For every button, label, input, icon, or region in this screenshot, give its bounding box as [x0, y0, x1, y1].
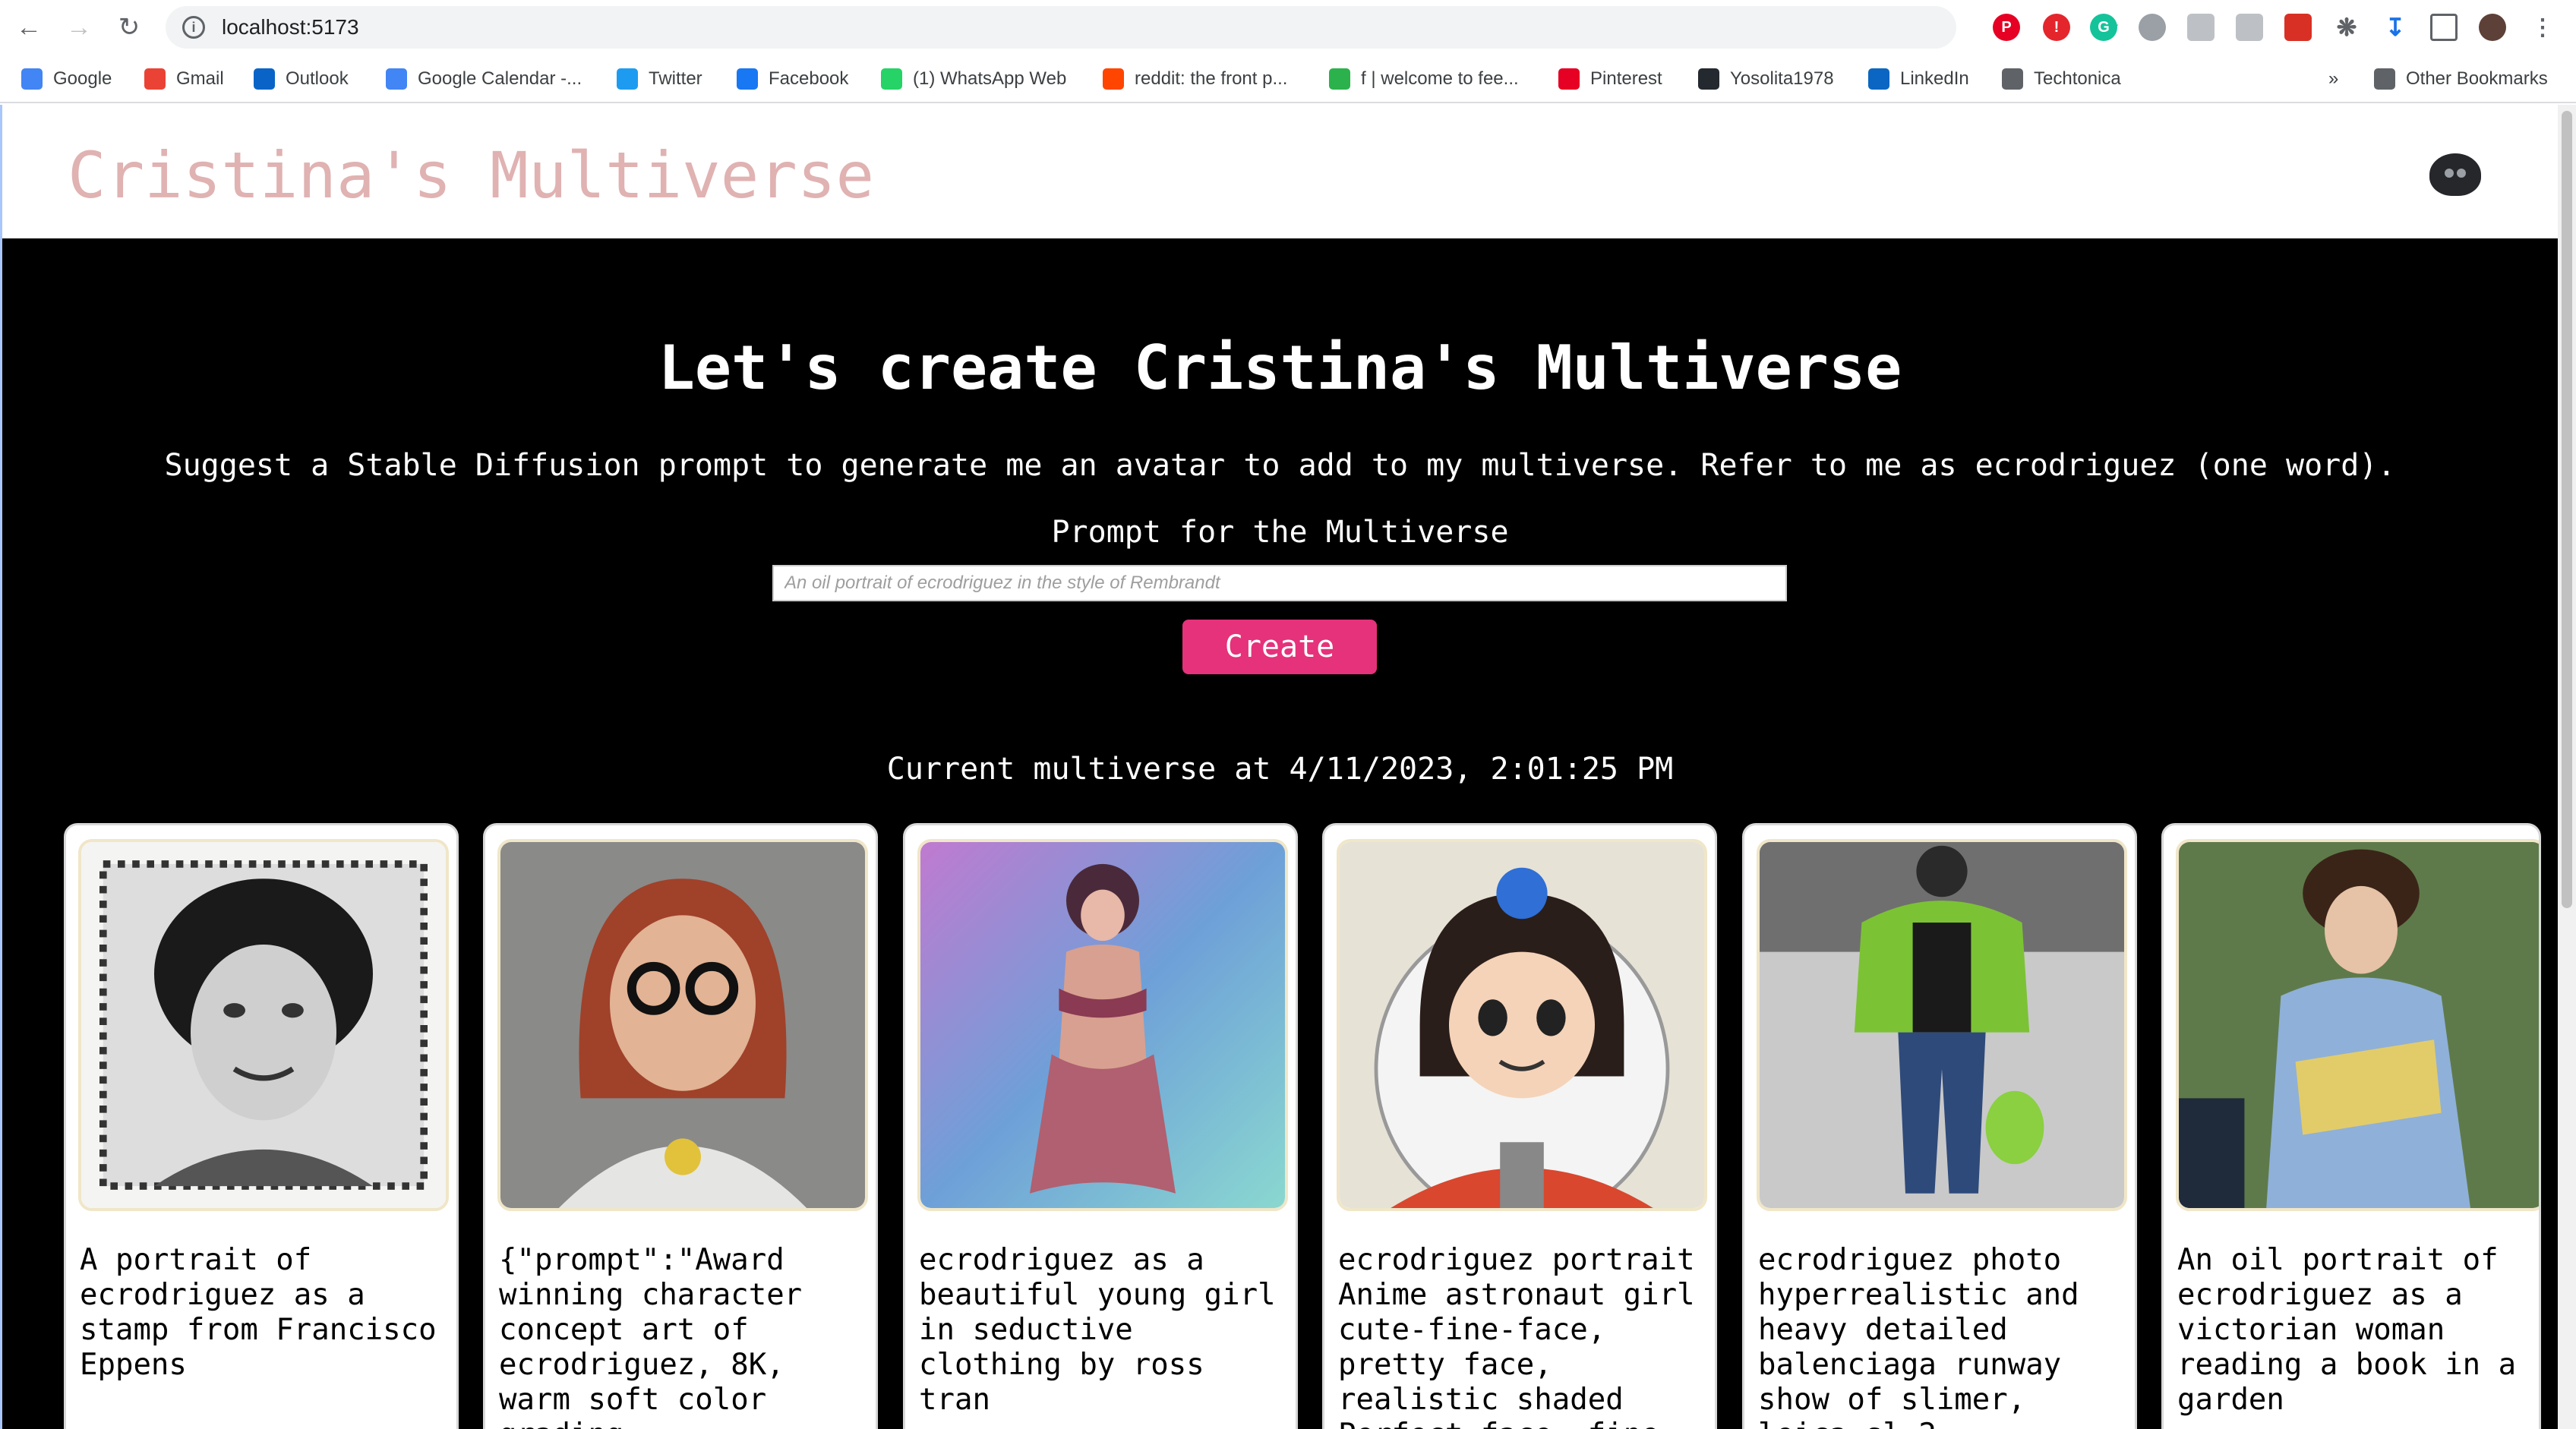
bookmark-item[interactable]: Pinterest: [1558, 65, 1662, 93]
keyboard-extension-icon[interactable]: [2187, 14, 2215, 41]
card-caption: A portrait of ecrodriguez as a stamp fro…: [80, 1243, 437, 1382]
bookmark-label: LinkedIn: [1900, 68, 1969, 89]
bookmark-item[interactable]: LinkedIn: [1868, 65, 1969, 93]
bookmark-label: Yosolita1978: [1730, 68, 1834, 89]
hero-title: Let's create Cristina's Multiverse: [658, 333, 1902, 403]
side-panel-icon[interactable]: [2430, 14, 2458, 41]
bookmark-item[interactable]: reddit: the front p...: [1103, 65, 1287, 93]
create-button[interactable]: Create: [1182, 620, 1377, 674]
bookmark-item[interactable]: Outlook: [254, 65, 349, 93]
bookmark-label: Twitter: [649, 68, 702, 89]
calendar-icon: [386, 68, 407, 90]
prompt-label: Prompt for the Multiverse: [1051, 515, 1509, 550]
folder-icon: [2374, 68, 2395, 90]
whatsapp-icon: [881, 68, 902, 90]
reload-icon[interactable]: ↻: [108, 6, 150, 49]
avatar-card: {"prompt":"Award winning character conce…: [483, 823, 878, 1429]
avatar-card: ecrodriguez as a beautiful young girl in…: [903, 823, 1298, 1429]
bookmark-item[interactable]: Google Calendar -...: [386, 65, 582, 93]
profile-avatar-icon[interactable]: [2479, 14, 2506, 41]
download-icon[interactable]: ↧: [2382, 14, 2409, 41]
google-icon: [21, 68, 43, 90]
character-concept-image: [497, 839, 868, 1211]
bookmarks-overflow-button[interactable]: »: [2328, 65, 2338, 93]
other-bookmarks-folder[interactable]: Other Bookmarks: [2374, 65, 2548, 93]
extensions-puzzle-icon[interactable]: ❋: [2333, 14, 2360, 41]
bookmark-label: f | welcome to fee...: [1361, 68, 1519, 89]
avatar-card: ecrodriguez portrait Anime astronaut gir…: [1322, 823, 1717, 1429]
card-caption: ecrodriguez portrait Anime astronaut gir…: [1338, 1243, 1695, 1429]
folder-icon: [2002, 68, 2023, 90]
bookmark-item[interactable]: Yosolita1978: [1698, 65, 1834, 93]
pinterest-extension-icon[interactable]: P: [1993, 14, 2020, 41]
site-info-icon[interactable]: i: [182, 16, 205, 39]
card-caption: An oil portrait of ecrodriguez as a vict…: [2177, 1243, 2517, 1417]
fantasy-girl-image: [917, 839, 1288, 1211]
bookmark-label: Outlook: [286, 68, 349, 89]
forward-icon[interactable]: →: [58, 6, 100, 49]
runway-image: [1757, 839, 2127, 1211]
avatar-card: An oil portrait of ecrodriguez as a vict…: [2161, 823, 2541, 1429]
anime-astronaut-image: [1337, 839, 1707, 1211]
bookmark-label: Pinterest: [1590, 68, 1662, 89]
address-bar-url[interactable]: localhost:5173: [222, 15, 359, 39]
twitter-icon: [617, 68, 638, 90]
bookmark-item[interactable]: Twitter: [617, 65, 702, 93]
bookmark-label: Techtonica: [2034, 68, 2121, 89]
victorian-portrait-image: [2176, 839, 2539, 1211]
browser-toolbar: ← → ↻ i localhost:5173 ⇧ ☆ P ! G ❋ ↧ ⋮: [0, 0, 2576, 55]
avatar-card: ecrodriguez photo hyperrealistic and hea…: [1742, 823, 2137, 1429]
bookmark-label: Google Calendar -...: [418, 68, 582, 89]
back-icon[interactable]: ←: [8, 6, 50, 49]
site-header: Cristina's Multiverse: [2, 105, 2558, 238]
bookmark-item[interactable]: f | welcome to fee...: [1329, 65, 1519, 93]
address-bar[interactable]: i localhost:5173 ⇧ ☆: [166, 6, 2120, 49]
linkedin-icon: [1868, 68, 1889, 90]
bookmark-label: reddit: the front p...: [1135, 68, 1288, 89]
feedly-icon: [1329, 68, 1350, 90]
stamp-portrait-image: [78, 839, 449, 1211]
user-avatar-icon[interactable]: [2429, 153, 2481, 196]
bookmarks-bar: Google Gmail Outlook Google Calendar -... Tw…: [0, 55, 2576, 103]
card-caption: ecrodriguez photo hyperrealistic and hea…: [1758, 1243, 2079, 1429]
bookmark-label: Facebook: [769, 68, 849, 89]
outlook-icon: [254, 68, 275, 90]
site-title[interactable]: Cristina's Multiverse: [68, 138, 874, 213]
media-extension-icon[interactable]: [2236, 14, 2263, 41]
bookmark-item[interactable]: Google: [21, 65, 112, 93]
bookmark-label: Google: [53, 68, 112, 89]
multiverse-timestamp: Current multiverse at 4/11/2023, 2:01:25…: [886, 752, 1674, 787]
bookmark-item[interactable]: (1) WhatsApp Web: [881, 65, 1066, 93]
bookmark-label: Gmail: [176, 68, 224, 89]
pinterest-icon: [1558, 68, 1580, 90]
bookmark-item[interactable]: Facebook: [737, 65, 848, 93]
gmail-icon: [144, 68, 166, 90]
browser-menu-icon[interactable]: ⋮: [2529, 14, 2556, 41]
page-content: Cristina's Multiverse Let's create Crist…: [0, 105, 2558, 1429]
card-caption: ecrodriguez as a beautiful young girl in…: [919, 1243, 1276, 1417]
facebook-icon: [737, 68, 758, 90]
hero-subtitle: Suggest a Stable Diffusion prompt to gen…: [164, 448, 2396, 483]
bookmark-label: (1) WhatsApp Web: [913, 68, 1067, 89]
avatar-card: A portrait of ecrodriguez as a stamp fro…: [64, 823, 459, 1429]
bookmark-item[interactable]: Gmail: [144, 65, 224, 93]
github-icon: [1698, 68, 1719, 90]
reddit-icon: [1103, 68, 1124, 90]
other-bookmarks-label: Other Bookmarks: [2406, 68, 2548, 89]
photo-extension-icon[interactable]: [2284, 14, 2312, 41]
grammarly-extension-icon[interactable]: G: [2090, 14, 2117, 41]
card-caption: {"prompt":"Award winning character conce…: [499, 1243, 803, 1429]
bookmark-item[interactable]: Techtonica: [2002, 65, 2121, 93]
adblock-extension-icon[interactable]: !: [2043, 14, 2070, 41]
prompt-input[interactable]: [772, 565, 1787, 601]
chat-extension-icon[interactable]: [2139, 14, 2166, 41]
scrollbar-thumb[interactable]: [2562, 111, 2572, 908]
